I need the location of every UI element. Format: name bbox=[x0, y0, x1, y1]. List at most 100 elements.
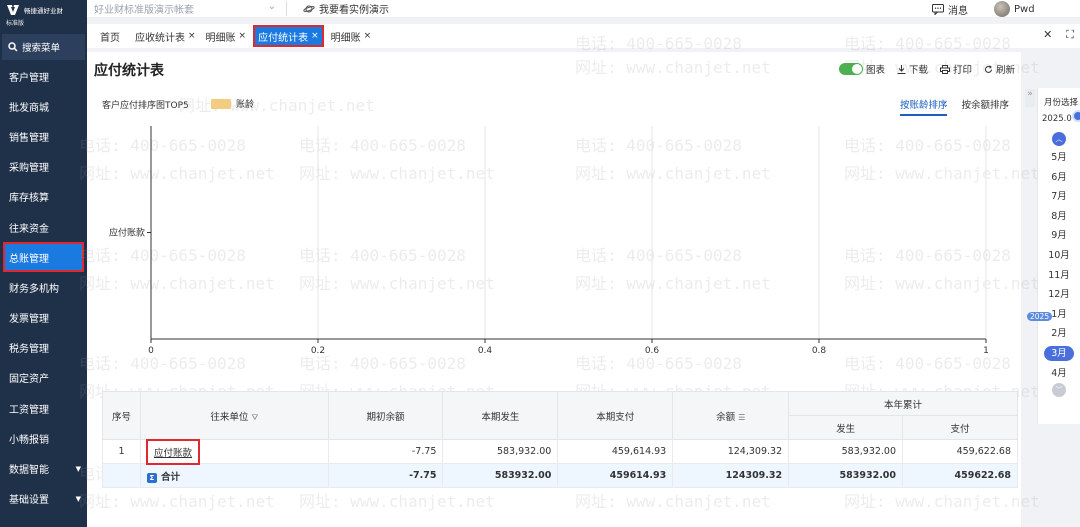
month-item[interactable]: 2月 bbox=[1038, 324, 1080, 344]
sidebar-item-data-intel[interactable]: 数据智能 ▼ bbox=[0, 453, 87, 483]
download-button[interactable]: 下载 bbox=[897, 62, 928, 76]
scroll-up-icon[interactable]: ︿ bbox=[1052, 132, 1066, 146]
messages-button[interactable]: 消息 bbox=[932, 2, 968, 17]
month-item[interactable]: 7月 bbox=[1038, 187, 1080, 207]
month-label: 5月 bbox=[1051, 152, 1067, 163]
sidebar-item-wholesale[interactable]: 批发商城 bbox=[0, 91, 87, 121]
cell-total-label: Σ 合计 bbox=[139, 463, 329, 488]
sort-by-aging-tab[interactable]: 按账龄排序 bbox=[899, 97, 948, 116]
month-item[interactable]: 12月 bbox=[1038, 285, 1080, 305]
toolbar: 图表 下载 打印 刷新 bbox=[838, 62, 1015, 76]
tab-1[interactable]: 应收统计表 × bbox=[130, 25, 201, 47]
planet-icon bbox=[303, 5, 315, 12]
cell-opening: -7.75 bbox=[327, 439, 444, 464]
logo: 畅捷通好业财 标准版 bbox=[0, 0, 87, 34]
month-panel-title: 月份选择 bbox=[1044, 98, 1079, 108]
sidebar-item-funds[interactable]: 往来资金 bbox=[0, 212, 87, 242]
fullscreen-icon[interactable]: ⛶ bbox=[1066, 28, 1074, 42]
tab-3[interactable]: 应付统计表 × bbox=[253, 25, 324, 47]
sidebar-item-label: 数据智能 bbox=[9, 465, 49, 477]
sidebar-item-payroll[interactable]: 工资管理 bbox=[0, 393, 87, 423]
demo-label: 我要看实例演示 bbox=[319, 5, 389, 16]
month-item[interactable]: 10月 bbox=[1038, 246, 1080, 266]
sidebar-item-label: 工资管理 bbox=[9, 404, 49, 416]
download-icon bbox=[897, 64, 906, 74]
demo-link[interactable]: 我要看实例演示 bbox=[303, 1, 389, 16]
sidebar-item-tax[interactable]: 税务管理 bbox=[0, 333, 87, 363]
month-item[interactable]: 9月 bbox=[1038, 226, 1080, 246]
col-ytd: 本年累计 bbox=[788, 391, 1018, 416]
account-name: 好业财标准版演示帐套 bbox=[94, 5, 194, 16]
sidebar-item-customer[interactable]: 客户管理 bbox=[0, 61, 87, 91]
report-table: 序号 往来单位 ⛛ 期初余额 本期发生 本期支付 余额 ☰ 本年累计 发生 支付… bbox=[102, 391, 1018, 488]
sidebar-item-label: 往来资金 bbox=[9, 223, 49, 235]
cell-total-balance: 124309.32 bbox=[672, 463, 790, 488]
sidebar-item-inventory[interactable]: 库存核算 bbox=[0, 182, 87, 212]
close-icon[interactable]: × bbox=[364, 31, 372, 41]
user-menu[interactable]: Pwd bbox=[994, 1, 1080, 17]
month-item[interactable]: 4月 bbox=[1038, 364, 1080, 384]
tab-4[interactable]: 明细账 × bbox=[326, 25, 377, 47]
col-balance[interactable]: 余额 ☰ bbox=[672, 391, 790, 440]
toggle-switch[interactable] bbox=[838, 63, 863, 75]
chart-toggle[interactable]: 图表 bbox=[838, 62, 885, 76]
sidebar-item-label: 基础设置 bbox=[9, 495, 49, 507]
month-item[interactable]: 6月 bbox=[1038, 168, 1080, 188]
month-item[interactable]: 8月 bbox=[1038, 207, 1080, 227]
logo-edition: 标准版 bbox=[6, 20, 25, 27]
sidebar-item-fixed-assets[interactable]: 固定资产 bbox=[0, 363, 87, 393]
month-label: 9月 bbox=[1051, 230, 1067, 242]
cell-balance: 124,309.32 bbox=[672, 439, 790, 464]
caret-down-icon: ▼ bbox=[75, 494, 81, 503]
app-root: 畅捷通好业财 标准版 搜索菜单 客户管理 批发商城销售管理采购管理库存核算往来资金… bbox=[0, 0, 1080, 527]
close-icon[interactable]: × bbox=[311, 31, 319, 41]
close-icon[interactable]: × bbox=[239, 31, 247, 41]
sidebar-item-label: 销售管理 bbox=[9, 132, 49, 144]
tabbar-actions: ✕ ⛶ bbox=[1043, 28, 1074, 42]
collapse-panel-button[interactable]: » bbox=[1025, 89, 1035, 107]
sidebar-item-label: 采购管理 bbox=[9, 163, 49, 175]
chart-legend[interactable]: 账龄 bbox=[211, 97, 254, 110]
account-selector[interactable]: 好业财标准版演示帐套 ⌄ bbox=[87, 1, 287, 16]
sort-by-balance-tab[interactable]: 按余额排序 bbox=[961, 97, 1009, 116]
watermark: 网址: www.chanjet.net bbox=[179, 96, 375, 115]
period-knob-icon[interactable] bbox=[1072, 110, 1080, 122]
search-menu-button[interactable]: 搜索菜单 bbox=[2, 34, 85, 60]
tab-2[interactable]: 明细账 × bbox=[201, 25, 252, 47]
messages-label: 消息 bbox=[948, 5, 968, 17]
month-item[interactable]: 3月 bbox=[1038, 344, 1080, 364]
sidebar-item-multi-org[interactable]: 财务多机构 bbox=[0, 272, 87, 302]
x-tick-label: 0.8 bbox=[812, 346, 827, 356]
watermark: 网址: www.chanjet.net bbox=[575, 492, 771, 511]
logo-icon bbox=[7, 5, 19, 15]
filter-icon[interactable]: ⛛ bbox=[251, 413, 258, 422]
sidebar-item-purchase[interactable]: 采购管理 bbox=[0, 152, 87, 182]
close-all-icon[interactable]: ✕ bbox=[1043, 28, 1052, 42]
scroll-down-icon[interactable]: ﹀ bbox=[1052, 383, 1066, 398]
sidebar-item-ledger[interactable]: 总账管理 bbox=[3, 242, 84, 273]
tab-0[interactable]: 首页 bbox=[87, 25, 130, 47]
sidebar-item-invoice[interactable]: 发票管理 bbox=[0, 303, 87, 333]
col-opening: 期初余额 bbox=[327, 391, 444, 440]
month-label: 11月 bbox=[1048, 269, 1070, 281]
month-item[interactable]: 5月 bbox=[1038, 148, 1080, 168]
message-icon bbox=[932, 3, 944, 15]
month-item[interactable]: 11月 bbox=[1038, 266, 1080, 286]
total-row: Σ 合计 -7.75 583932.00 459614.93 124309.32 … bbox=[102, 463, 1018, 488]
sidebar-item-label: 总账管理 bbox=[9, 253, 49, 265]
col-ytd-pay: 支付 bbox=[902, 415, 1018, 440]
unit-link[interactable]: 应付账款 bbox=[145, 438, 200, 465]
sidebar-item-expense[interactable]: 小畅报销 bbox=[0, 423, 87, 453]
close-icon[interactable]: × bbox=[188, 31, 196, 41]
col-unit[interactable]: 往来单位 ⛛ bbox=[139, 391, 329, 440]
print-button[interactable]: 打印 bbox=[939, 62, 972, 76]
sidebar-item-basic-settings[interactable]: 基础设置 ▼ bbox=[0, 484, 87, 514]
tab-label: 明细账 bbox=[205, 32, 236, 44]
sidebar-item-label: 发票管理 bbox=[9, 314, 49, 326]
watermark: 网址: www.chanjet.net bbox=[844, 492, 1040, 511]
sort-icon[interactable]: ☰ bbox=[738, 413, 745, 422]
refresh-button[interactable]: 刷新 bbox=[984, 62, 1015, 76]
month-label: 8月 bbox=[1051, 210, 1067, 222]
tab-label: 应付统计表 bbox=[258, 32, 309, 44]
sidebar-item-sales[interactable]: 销售管理 bbox=[0, 121, 87, 151]
